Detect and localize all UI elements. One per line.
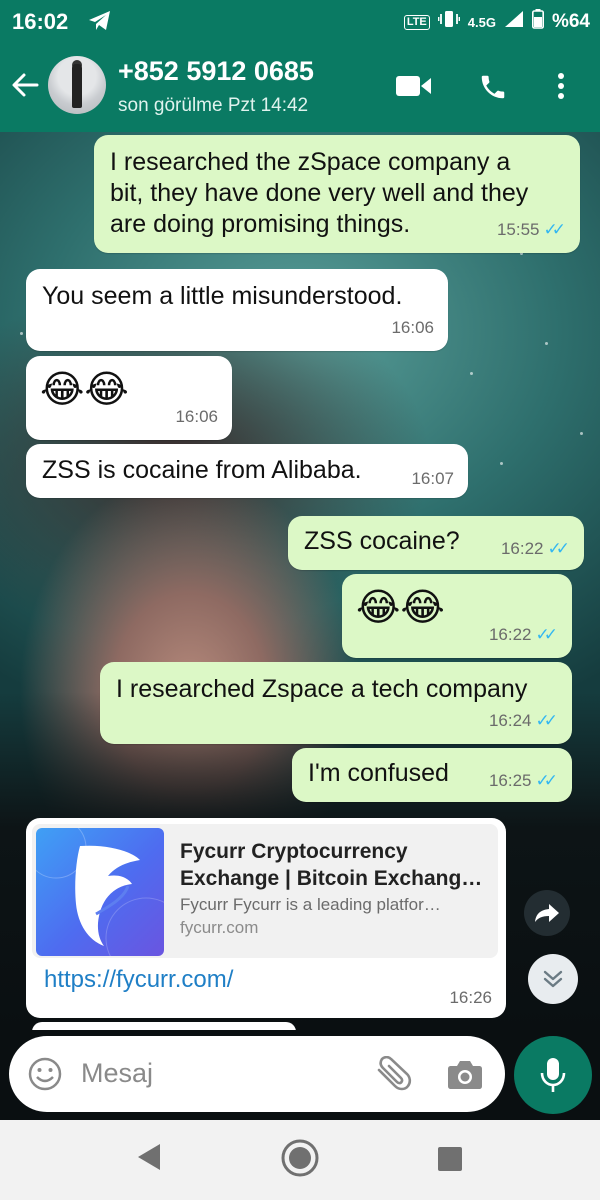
avatar[interactable]: [48, 56, 106, 114]
message-text: I'm confused: [308, 759, 449, 787]
message-bubble-outgoing[interactable]: ZSS cocaine? 16:22 ✓✓: [288, 516, 584, 570]
message-emoji: 😂😂: [40, 369, 129, 411]
system-nav-bar: [0, 1120, 600, 1200]
status-bar: 16:02 LTE 4.5G %64: [0, 0, 600, 44]
read-receipt-icon: ✓✓: [543, 220, 566, 239]
telegram-icon: [88, 10, 112, 37]
fycurr-logo: [36, 828, 164, 956]
nav-back-icon[interactable]: [134, 1140, 164, 1179]
emoji-icon[interactable]: [27, 1056, 63, 1097]
message-time: 16:07: [411, 469, 454, 488]
link-description: Fycurr Fycurr is a leading platfor…: [180, 895, 441, 914]
message-input[interactable]: Mesaj: [9, 1036, 505, 1112]
message-time: 16:24: [488, 711, 532, 730]
chat-area[interactable]: I researched the zSpace company a bit, t…: [0, 132, 600, 1030]
link-title: Fycurr Cryptocurrency: [180, 840, 408, 863]
read-receipt-icon: ✓✓: [535, 625, 558, 644]
message-composer: Mesaj: [0, 1030, 600, 1120]
chat-header: +852 5912 0685 son görülme Pzt 14:42: [0, 44, 600, 132]
read-receipt-icon: ✓✓: [535, 711, 558, 730]
message-bubble-outgoing[interactable]: I researched Zspace a tech company 16:24…: [100, 662, 572, 744]
link-url[interactable]: https://fycurr.com/: [44, 966, 233, 994]
battery-icon: [531, 9, 544, 35]
link-preview[interactable]: Fycurr Cryptocurrency Exchange | Bitcoin…: [32, 824, 498, 958]
next-message-peek: [32, 1022, 296, 1030]
message-bubble-outgoing[interactable]: 😂😂 16:22 ✓✓: [342, 574, 572, 658]
message-text: ZSS is cocaine from Alibaba.: [42, 456, 362, 484]
link-domain: fycurr.com: [180, 918, 259, 937]
message-bubble-outgoing[interactable]: I'm confused 16:25 ✓✓: [292, 748, 572, 802]
message-placeholder: Mesaj: [81, 1058, 154, 1088]
message-text: I researched Zspace a tech company: [116, 675, 528, 703]
message-emoji: 😂😂: [356, 587, 445, 629]
message-bubble-incoming[interactable]: 😂😂 16:06: [26, 356, 232, 440]
nav-recents-icon[interactable]: [436, 1145, 464, 1178]
message-time: 16:25: [488, 771, 532, 790]
message-bubble-incoming[interactable]: You seem a little misunderstood. 16:06: [26, 269, 448, 351]
signal-icon: [504, 10, 524, 34]
battery-percent: %64: [551, 11, 590, 32]
mic-icon: [540, 1058, 566, 1092]
status-icons: LTE 4.5G %64: [403, 9, 590, 35]
message-time: 16:26: [449, 988, 492, 1007]
message-time: 16:22: [488, 625, 532, 644]
message-time: 16:06: [391, 318, 434, 337]
message-text: I researched the zSpace company a: [110, 148, 511, 176]
more-vert-icon[interactable]: [556, 71, 566, 106]
message-text: are doing promising things.: [110, 210, 411, 238]
message-bubble-outgoing[interactable]: I researched the zSpace company a bit, t…: [94, 135, 580, 253]
message-bubble-incoming[interactable]: ZSS is cocaine from Alibaba. 16:07: [26, 444, 468, 498]
camera-icon[interactable]: [447, 1058, 483, 1095]
contact-name[interactable]: +852 5912 0685: [118, 56, 314, 87]
message-time: 16:06: [175, 407, 218, 426]
network-type: 4.5G: [467, 14, 496, 30]
read-receipt-icon: ✓✓: [547, 539, 570, 558]
nav-home-icon[interactable]: [280, 1138, 320, 1183]
vibrate-icon: [437, 9, 461, 35]
back-arrow-icon[interactable]: [10, 70, 40, 105]
message-time: 15:55: [496, 220, 540, 239]
scroll-down-icon[interactable]: [528, 954, 578, 1004]
read-receipt-icon: ✓✓: [535, 771, 558, 790]
attach-icon[interactable]: [373, 1055, 413, 1097]
link-title: Exchange | Bitcoin Exchang…: [180, 867, 483, 890]
forward-icon[interactable]: [524, 890, 570, 936]
message-text: bit, they have done very well and they: [110, 179, 529, 207]
mic-button[interactable]: [514, 1036, 592, 1114]
video-call-icon[interactable]: [396, 74, 432, 103]
last-seen: son görülme Pzt 14:42: [118, 95, 309, 116]
phone-icon[interactable]: [478, 72, 508, 107]
message-text: ZSS cocaine?: [304, 527, 460, 555]
message-text: You seem a little misunderstood.: [42, 282, 403, 310]
message-time: 16:22: [500, 539, 544, 558]
lte-icon: LTE: [403, 14, 430, 30]
link-message[interactable]: Fycurr Cryptocurrency Exchange | Bitcoin…: [26, 818, 506, 1018]
status-time: 16:02: [12, 9, 69, 34]
